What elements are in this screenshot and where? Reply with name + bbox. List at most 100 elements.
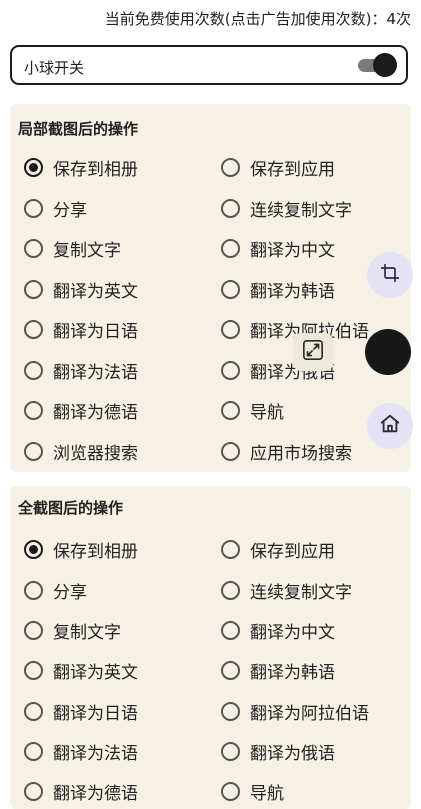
expand-icon <box>302 339 324 365</box>
radio-icon <box>24 539 43 559</box>
radio-icon <box>24 701 43 721</box>
ball-toggle-label: 小球开关 <box>24 59 85 77</box>
option-label: 翻译为韩语 <box>250 281 335 302</box>
option-label: 应用市场搜索 <box>250 443 352 464</box>
radio-icon <box>221 620 240 640</box>
option-label: 翻译为德语 <box>53 402 138 423</box>
partial-option-save-app[interactable]: 保存到应用 <box>221 155 335 180</box>
partial-option-translate-en[interactable]: 翻译为英文 <box>24 277 138 302</box>
ball-toggle-row[interactable]: 小球开关 <box>10 45 408 85</box>
option-label: 翻译为法语 <box>53 362 138 383</box>
option-label: 翻译为中文 <box>250 622 335 643</box>
option-label: 翻译为中文 <box>250 240 335 261</box>
switch-thumb <box>373 53 397 77</box>
full-option-translate-ja[interactable]: 翻译为日语 <box>24 699 138 724</box>
option-label: 浏览器搜索 <box>53 443 138 464</box>
partial-option-copy-text[interactable]: 复制文字 <box>24 236 121 261</box>
option-label: 连续复制文字 <box>250 582 352 603</box>
radio-icon <box>24 319 43 339</box>
full-section-title: 全截图后的操作 <box>18 499 124 517</box>
partial-option-translate-de[interactable]: 翻译为德语 <box>24 398 138 423</box>
expand-button[interactable] <box>293 333 333 371</box>
option-label: 翻译为日语 <box>53 321 138 342</box>
full-option-save-album[interactable]: 保存到相册 <box>24 537 138 562</box>
option-label: 翻译为韩语 <box>250 662 335 683</box>
full-option-translate-ko[interactable]: 翻译为韩语 <box>221 658 335 683</box>
radio-icon <box>24 660 43 680</box>
ball-toggle-switch[interactable] <box>358 53 397 77</box>
radio-icon <box>24 441 43 461</box>
radio-icon <box>221 157 240 177</box>
full-option-translate-ru[interactable]: 翻译为俄语 <box>221 739 335 764</box>
partial-option-navigate[interactable]: 导航 <box>221 398 284 423</box>
full-option-translate-zh[interactable]: 翻译为中文 <box>221 618 335 643</box>
radio-icon <box>221 701 240 721</box>
radio-icon <box>221 580 240 600</box>
radio-icon <box>221 741 240 761</box>
radio-icon <box>221 279 240 299</box>
crop-button[interactable] <box>367 252 413 298</box>
partial-option-browser-search[interactable]: 浏览器搜索 <box>24 439 138 464</box>
full-option-continuous-copy[interactable]: 连续复制文字 <box>221 578 352 603</box>
partial-screenshot-panel: 局部截图后的操作 保存到相册 保存到应用 分享 连续复制文字 复制文字 翻译为中… <box>10 104 411 472</box>
option-label: 保存到应用 <box>250 159 335 180</box>
full-option-save-app[interactable]: 保存到应用 <box>221 537 335 562</box>
full-option-translate-en[interactable]: 翻译为英文 <box>24 658 138 683</box>
option-label: 分享 <box>53 582 87 603</box>
radio-icon <box>221 660 240 680</box>
radio-icon <box>24 157 43 177</box>
partial-option-save-album[interactable]: 保存到相册 <box>24 155 138 180</box>
option-label: 翻译为英文 <box>53 281 138 302</box>
full-screenshot-panel: 全截图后的操作 保存到相册 保存到应用 分享 连续复制文字 复制文字 翻译为中文… <box>10 486 411 809</box>
option-label: 翻译为阿拉伯语 <box>250 703 369 724</box>
radio-icon <box>24 781 43 801</box>
full-option-share[interactable]: 分享 <box>24 578 87 603</box>
usage-count-text: 当前免费使用次数(点击广告加使用次数)：4次 <box>104 10 411 28</box>
partial-option-translate-ja[interactable]: 翻译为日语 <box>24 317 138 342</box>
home-icon <box>379 413 401 439</box>
radio-icon <box>24 620 43 640</box>
option-label: 复制文字 <box>53 622 121 643</box>
partial-option-translate-fr[interactable]: 翻译为法语 <box>24 358 138 383</box>
option-label: 翻译为德语 <box>53 783 138 804</box>
partial-section-title: 局部截图后的操作 <box>18 120 139 138</box>
option-label: 导航 <box>250 402 284 423</box>
radio-icon <box>24 580 43 600</box>
full-option-navigate[interactable]: 导航 <box>221 779 284 804</box>
radio-icon <box>24 360 43 380</box>
partial-option-share[interactable]: 分享 <box>24 196 87 221</box>
floating-ball[interactable] <box>365 329 411 375</box>
radio-icon <box>24 198 43 218</box>
partial-option-continuous-copy[interactable]: 连续复制文字 <box>221 196 352 221</box>
partial-option-translate-zh[interactable]: 翻译为中文 <box>221 236 335 261</box>
radio-icon <box>221 781 240 801</box>
option-label: 保存到相册 <box>53 541 138 562</box>
option-label: 保存到应用 <box>250 541 335 562</box>
radio-icon <box>24 400 43 420</box>
radio-icon <box>221 238 240 258</box>
radio-icon <box>221 319 240 339</box>
option-label: 保存到相册 <box>53 159 138 180</box>
option-label: 翻译为俄语 <box>250 743 335 764</box>
radio-icon <box>24 279 43 299</box>
radio-icon <box>221 441 240 461</box>
option-label: 翻译为日语 <box>53 703 138 724</box>
option-label: 翻译为英文 <box>53 662 138 683</box>
full-option-translate-de[interactable]: 翻译为德语 <box>24 779 138 804</box>
option-label: 导航 <box>250 783 284 804</box>
full-option-copy-text[interactable]: 复制文字 <box>24 618 121 643</box>
partial-option-appstore-search[interactable]: 应用市场搜索 <box>221 439 352 464</box>
option-label: 复制文字 <box>53 240 121 261</box>
full-option-translate-fr[interactable]: 翻译为法语 <box>24 739 138 764</box>
full-option-translate-ar[interactable]: 翻译为阿拉伯语 <box>221 699 369 724</box>
home-button[interactable] <box>367 403 413 449</box>
option-label: 连续复制文字 <box>250 200 352 221</box>
radio-icon <box>221 198 240 218</box>
radio-icon <box>221 539 240 559</box>
crop-icon <box>380 263 400 287</box>
option-label: 分享 <box>53 200 87 221</box>
radio-icon <box>24 238 43 258</box>
radio-icon <box>24 741 43 761</box>
partial-option-translate-ko[interactable]: 翻译为韩语 <box>221 277 335 302</box>
radio-icon <box>221 360 240 380</box>
